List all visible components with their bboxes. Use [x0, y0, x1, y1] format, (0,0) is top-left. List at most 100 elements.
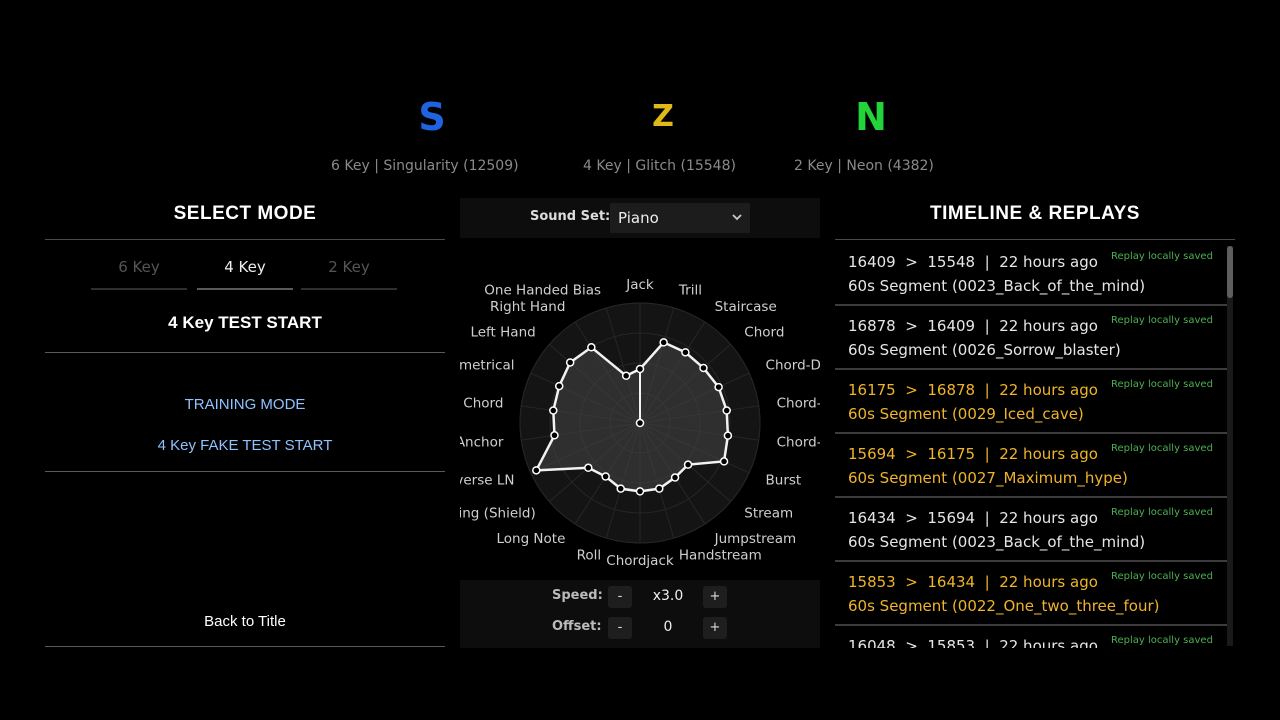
- replay-score-line: 15853 > 16434 | 22 hours ago: [848, 573, 1098, 591]
- radar-axis-label: One Handed Bias: [484, 283, 601, 299]
- replay-segment-line: 60s Segment (0022_One_two_three_four): [848, 597, 1160, 615]
- radar-point: [722, 406, 731, 415]
- radar-axis-label: Chordjack: [606, 553, 674, 569]
- divider: [45, 646, 445, 647]
- radar-axis-label: Staircase: [715, 299, 777, 315]
- replay-segment-line: 60s Segment (0029_Iced_cave): [848, 405, 1084, 423]
- replay-item[interactable]: 16175 > 16878 | 22 hours ago 60s Segment …: [835, 370, 1227, 434]
- select-mode-title: SELECT MODE: [173, 203, 317, 224]
- radar-axis-label: Anchor: [460, 435, 504, 451]
- radar-point: [550, 431, 559, 440]
- replay-item[interactable]: 15694 > 16175 | 22 hours ago 60s Segment …: [835, 434, 1227, 498]
- radar-axis-label: Jack: [625, 277, 654, 293]
- replay-saved-status: Replay locally saved: [1111, 315, 1213, 326]
- radar-axis-label: Burst: [766, 472, 802, 488]
- radar-point: [601, 472, 610, 481]
- radar-point: [659, 338, 668, 347]
- radar-point: [621, 371, 631, 381]
- offset-label: Offset:: [552, 619, 602, 634]
- radar-svg: Jack Trill Staircase Chord Chord-Double Chord…: [399, 277, 858, 569]
- radar-axis-label: Roll: [577, 547, 602, 563]
- timeline-panel: TIMELINE & REPLAYS 16409 > 15548 | 22 ho…: [835, 200, 1235, 648]
- replay-score-line: 16434 > 15694 | 22 hours ago: [848, 509, 1098, 527]
- replay-saved-status: Replay locally saved: [1111, 635, 1213, 646]
- replay-saved-status: Replay locally saved: [1111, 443, 1213, 454]
- radar-axis-label: Right Hand: [490, 299, 565, 315]
- speed-decrease-button[interactable]: -: [608, 586, 632, 608]
- radar-axis-label: Chord-Quad: [777, 435, 820, 451]
- radar-point: [616, 484, 625, 493]
- back-to-title-button[interactable]: Back to Title: [45, 613, 445, 630]
- radar-point: [635, 364, 645, 374]
- offset-decrease-button[interactable]: -: [608, 617, 632, 639]
- radar-axis-label: Trill: [678, 283, 702, 299]
- radar-axis-label: Handstream: [679, 547, 762, 563]
- replay-saved-status: Replay locally saved: [1111, 251, 1213, 262]
- radar-axis-label: Gapped Chord: [460, 395, 503, 411]
- replay-saved-status: Replay locally saved: [1111, 507, 1213, 518]
- radar-axis-label: Symmetrical: [460, 358, 514, 374]
- replay-item[interactable]: 16878 > 16409 | 22 hours ago 60s Segment …: [835, 306, 1227, 370]
- tab-6key[interactable]: 6 Key: [91, 258, 187, 276]
- divider: [45, 471, 445, 472]
- divider: [45, 352, 445, 353]
- radar-axis-label: Chord-Double: [766, 358, 820, 374]
- replay-segment-line: 60s Segment (0027_Maximum_hype): [848, 469, 1128, 487]
- offset-increase-button[interactable]: +: [703, 617, 727, 639]
- radar-point: [549, 406, 558, 415]
- radar-point: [635, 487, 645, 496]
- skill-radar-chart: Jack Trill Staircase Chord Chord-Double Chord…: [399, 242, 858, 576]
- tab-2key[interactable]: 2 Key: [301, 258, 397, 276]
- radar-point: [699, 363, 708, 373]
- speed-value: x3.0: [652, 588, 684, 604]
- replay-scrollbar[interactable]: [1227, 246, 1233, 646]
- replay-score-line: 16175 > 16878 | 22 hours ago: [848, 381, 1098, 399]
- radar-point: [584, 463, 593, 473]
- skill-panel: Sound Set: Piano Jack Trill Staircase Chord…: [399, 198, 858, 648]
- tab-4key[interactable]: 4 Key: [197, 258, 293, 276]
- speed-label: Speed:: [552, 588, 603, 603]
- radar-point: [683, 460, 693, 469]
- chevron-down-icon: [732, 214, 742, 221]
- rank-label-2key: 2 Key | Neon (4382): [794, 158, 934, 174]
- sound-set-dropdown[interactable]: Piano: [610, 203, 750, 233]
- replay-segment-line: 60s Segment (0023_Back_of_the_mind): [848, 533, 1146, 551]
- radar-axis-label: Left Hand: [470, 325, 535, 341]
- radar-axis-label: LN Layering (Shield): [460, 505, 536, 521]
- replay-item[interactable]: 16048 > 15853 | 22 hours ago Replay local…: [835, 626, 1227, 648]
- replay-saved-status: Replay locally saved: [1111, 379, 1213, 390]
- tab-underline-2key: [301, 288, 397, 290]
- radar-point: [587, 343, 596, 352]
- replay-score-line: 15694 > 16175 | 22 hours ago: [848, 445, 1098, 463]
- replay-score-line: 16048 > 15853 | 22 hours ago: [848, 637, 1098, 648]
- replay-item[interactable]: 16434 > 15694 | 22 hours ago 60s Segment …: [835, 498, 1227, 562]
- radar-point: [681, 348, 690, 357]
- radar-axis-label: Long Note: [496, 531, 565, 547]
- radar-center-point: [635, 418, 645, 428]
- replay-item[interactable]: 16409 > 15548 | 22 hours ago 60s Segment …: [835, 242, 1227, 306]
- replay-segment-line: 60s Segment (0023_Back_of_the_mind): [848, 277, 1146, 295]
- radar-axis-label: Stream: [744, 505, 793, 521]
- radar-axis-label: Inverse LN: [460, 472, 514, 488]
- scrollbar-thumb[interactable]: [1227, 246, 1233, 298]
- divider: [45, 239, 445, 240]
- replay-list[interactable]: 16409 > 15548 | 22 hours ago 60s Segment …: [835, 242, 1235, 648]
- test-start-button[interactable]: 4 Key TEST START: [45, 313, 445, 333]
- game-screen: S Z N 6 Key | Singularity (12509) 4 Key …: [0, 0, 1280, 720]
- radar-axis-label: Jumpstream: [714, 531, 797, 547]
- rank-badge-2key: N: [855, 95, 887, 139]
- radar-point: [714, 382, 723, 392]
- rank-label-4key: 4 Key | Glitch (15548): [583, 158, 736, 174]
- radar-point: [723, 431, 733, 440]
- tab-underline-4key: [197, 288, 293, 290]
- speed-increase-button[interactable]: +: [703, 586, 727, 608]
- replay-segment-line: 60s Segment (0026_Sorrow_blaster): [848, 341, 1121, 359]
- offset-value: 0: [663, 619, 673, 635]
- radar-point: [532, 466, 541, 475]
- rank-badge-4key: Z: [652, 99, 674, 134]
- sound-set-label: Sound Set:: [530, 209, 611, 224]
- divider: [835, 239, 1235, 240]
- radar-axis-label: Chord: [744, 325, 784, 341]
- replay-item[interactable]: 15853 > 16434 | 22 hours ago 60s Segment …: [835, 562, 1227, 626]
- fake-test-start-button[interactable]: 4 Key FAKE TEST START: [45, 437, 445, 454]
